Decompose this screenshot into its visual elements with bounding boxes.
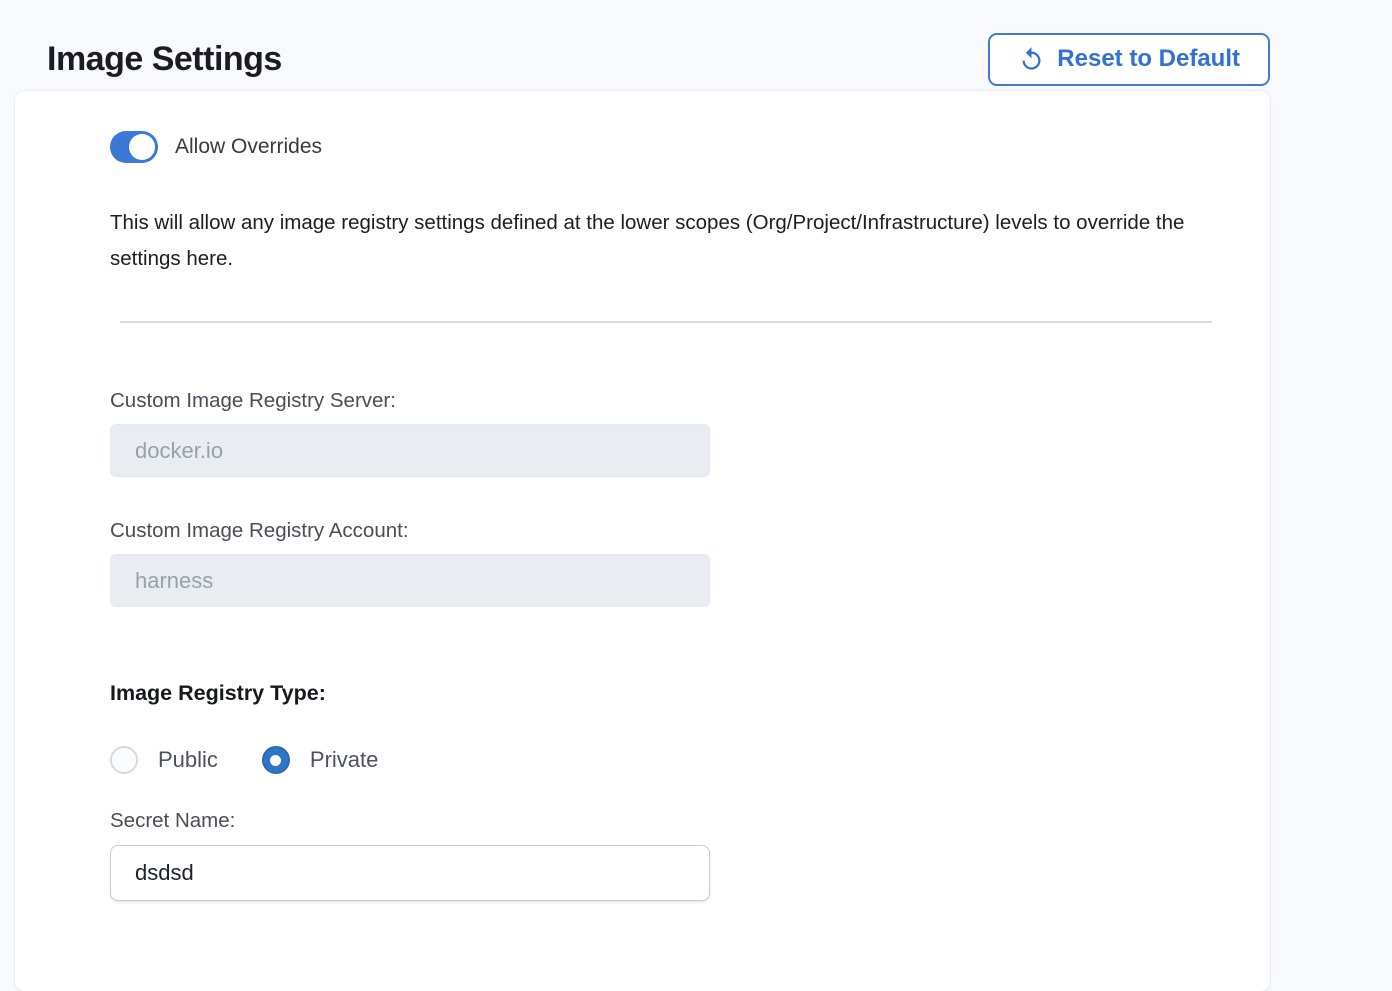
registry-server-field: Custom Image Registry Server: xyxy=(110,387,1270,477)
reset-to-default-button[interactable]: Reset to Default xyxy=(988,33,1270,86)
public-radio-label: Public xyxy=(158,747,218,773)
secret-name-field: Secret Name: xyxy=(110,807,1270,901)
reset-circular-arrow-icon xyxy=(1018,46,1045,73)
private-radio[interactable] xyxy=(262,746,290,774)
registry-account-label: Custom Image Registry Account: xyxy=(110,517,1270,545)
public-radio[interactable] xyxy=(110,746,138,774)
allow-overrides-label: Allow Overrides xyxy=(175,135,322,159)
overrides-description: This will allow any image registry setti… xyxy=(110,205,1225,277)
registry-server-input[interactable] xyxy=(110,424,710,477)
radio-option-public: Public xyxy=(110,746,218,774)
toggle-knob xyxy=(129,134,155,160)
registry-server-label: Custom Image Registry Server: xyxy=(110,387,1270,415)
radio-option-private: Private xyxy=(262,746,378,774)
registry-type-label: Image Registry Type: xyxy=(110,679,1270,707)
registry-type-radio-group: Public Private xyxy=(110,746,1270,774)
page-title: Image Settings xyxy=(47,40,282,79)
registry-account-input[interactable] xyxy=(110,554,710,607)
page-header: Image Settings Reset to Default xyxy=(47,0,1270,87)
radio-dot xyxy=(270,755,281,766)
allow-overrides-toggle[interactable] xyxy=(110,131,158,163)
allow-overrides-row: Allow Overrides xyxy=(110,131,1270,163)
reset-button-label: Reset to Default xyxy=(1057,45,1240,73)
image-settings-card: Allow Overrides This will allow any imag… xyxy=(15,91,1270,991)
registry-type-field: Image Registry Type: Public Private xyxy=(110,679,1270,774)
secret-name-input[interactable] xyxy=(110,845,710,901)
registry-account-field: Custom Image Registry Account: xyxy=(110,517,1270,607)
private-radio-label: Private xyxy=(310,747,378,773)
section-divider xyxy=(120,321,1212,323)
secret-name-label: Secret Name: xyxy=(110,807,1270,835)
